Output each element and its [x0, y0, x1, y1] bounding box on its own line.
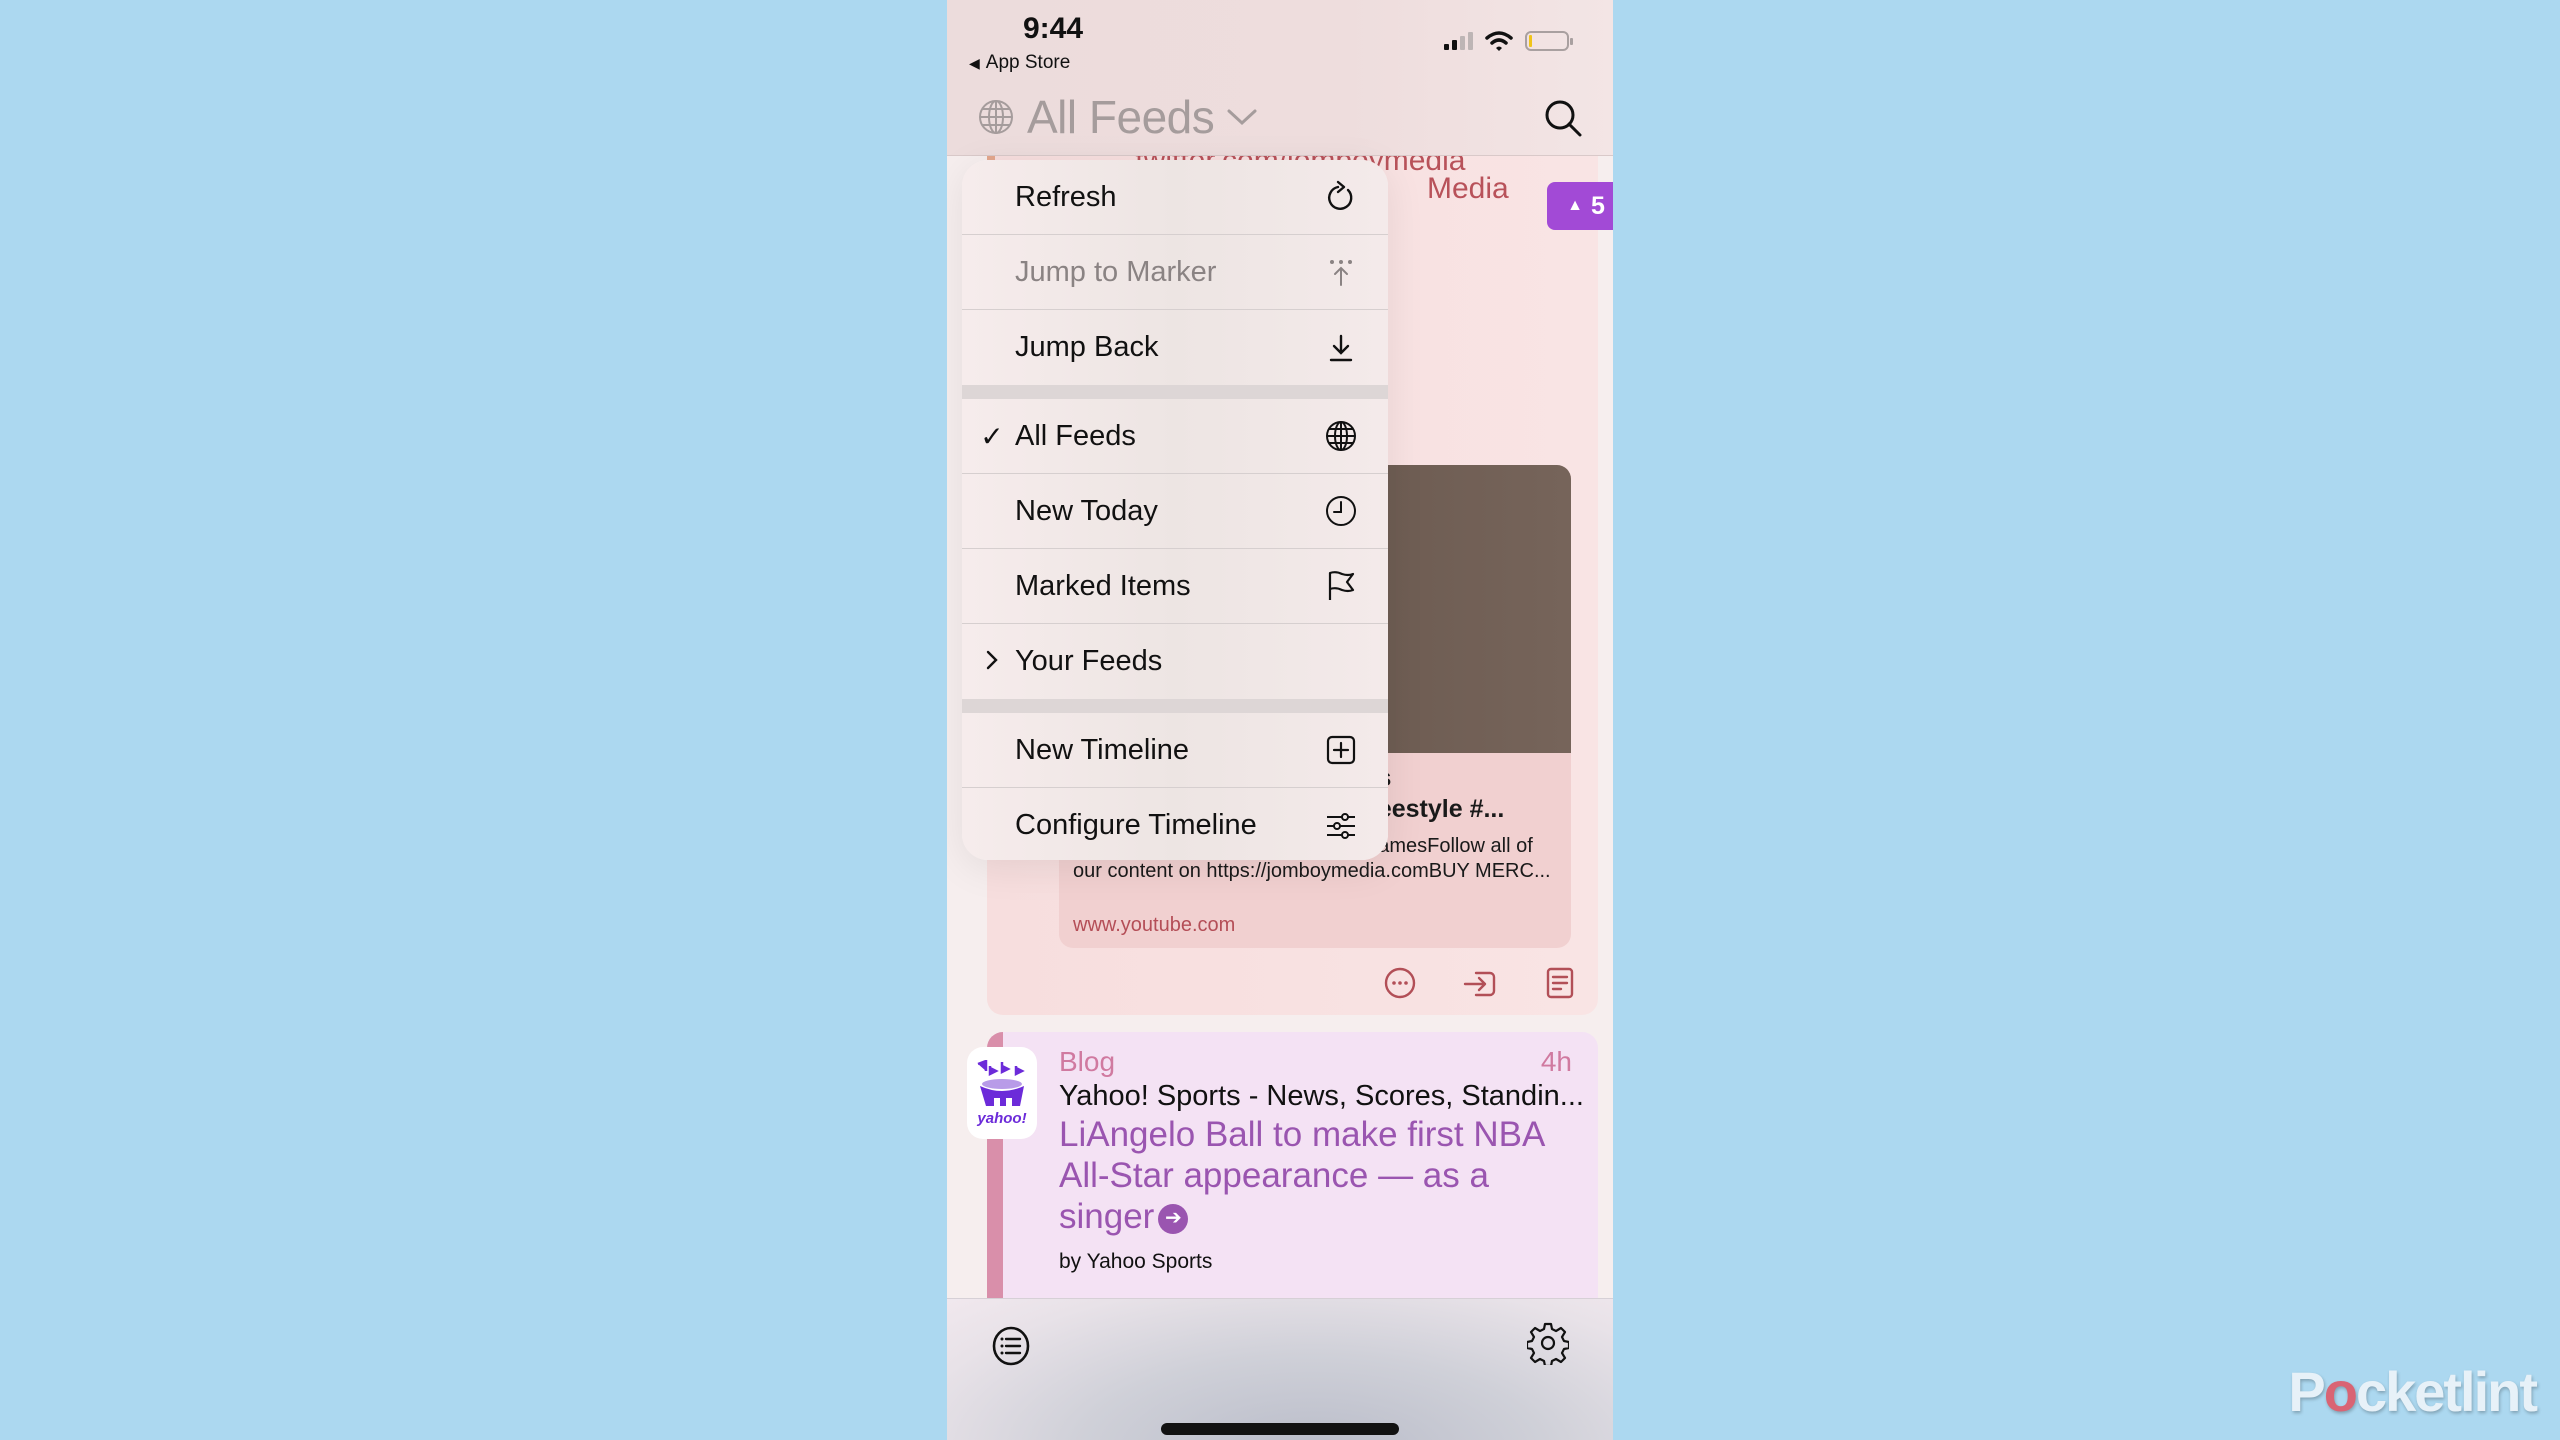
chevron-right-icon	[980, 646, 1004, 678]
unread-count-badge[interactable]: ▲ 5	[1547, 182, 1613, 230]
menu-group-timelines: ✓ All Feeds New Today Marked Items Your …	[962, 399, 1388, 699]
item-age: 4h	[1540, 1046, 1572, 1077]
more-icon[interactable]	[1382, 965, 1418, 1001]
menu-separator	[962, 385, 1388, 399]
menu-item-label: Jump Back	[1015, 331, 1159, 363]
cellular-signal-icon	[1444, 32, 1473, 50]
pocketlint-watermark: Pocketlint	[2288, 1359, 2538, 1424]
status-time: 9:44	[1023, 12, 1084, 45]
gear-icon[interactable]	[1527, 1321, 1569, 1365]
menu-item-label: New Today	[1015, 494, 1158, 527]
watermark-text-end: cketlint	[2355, 1360, 2538, 1423]
preview-domain: www.youtube.com	[1073, 914, 1236, 936]
item-feed-name: Yahoo! Sports - News, Scores, Standin...	[1059, 1080, 1584, 1112]
wifi-icon	[1485, 31, 1513, 51]
badge-count: 5	[1590, 191, 1605, 220]
logo-text: yahoo!	[977, 1109, 1027, 1127]
clock-icon	[1324, 494, 1358, 528]
menu-item-label: Refresh	[1015, 180, 1117, 213]
menu-group-navigation: Refresh Jump to Marker Jump Back	[962, 160, 1388, 385]
download-icon	[1324, 331, 1358, 365]
stadium-icon	[977, 1059, 1025, 1106]
globe-icon	[1324, 419, 1358, 453]
menu-item-refresh[interactable]: Refresh	[962, 160, 1388, 235]
item-category: Blog	[1059, 1046, 1116, 1077]
menu-separator	[962, 699, 1388, 713]
arrow-right-circle-icon: ➔	[1158, 1203, 1189, 1234]
menu-item-label: New Timeline	[1015, 733, 1190, 766]
menu-item-configure-timeline[interactable]: Configure Timeline	[962, 788, 1388, 860]
phone-screen: … twitter.com/jomboymedia Media ▲ 5 ot a…	[947, 0, 1613, 1440]
back-to-app-link[interactable]: ◀ App Store	[969, 52, 1070, 74]
back-app-label: App Store	[985, 52, 1071, 73]
watermark-text-start: P	[2288, 1360, 2325, 1423]
search-icon[interactable]	[1543, 98, 1583, 138]
timeline-picker[interactable]: All Feeds	[977, 90, 1258, 144]
flag-icon	[1324, 569, 1358, 603]
navigation-bar: 9:44 ◀ App Store All Feeds	[947, 0, 1613, 156]
globe-icon	[979, 100, 1013, 134]
reader-icon[interactable]	[1542, 965, 1578, 1001]
checkmark-icon: ✓	[980, 420, 1004, 452]
refresh-icon	[1324, 180, 1358, 214]
open-in-icon[interactable]	[1462, 965, 1498, 1001]
menu-item-all-feeds[interactable]: ✓ All Feeds	[962, 399, 1388, 474]
bottom-toolbar	[947, 1298, 1613, 1440]
up-triangle-icon: ▲	[1567, 197, 1583, 214]
menu-item-label: Configure Timeline	[1015, 809, 1257, 841]
menu-item-label: All Feeds	[1015, 419, 1136, 452]
menu-item-marked-items[interactable]: Marked Items	[962, 549, 1388, 624]
card-actions	[1382, 965, 1578, 1001]
home-indicator[interactable]	[1161, 1423, 1399, 1435]
feed-item-card[interactable]: yahoo! Blog 4h Yahoo! Sports - News, Sco…	[967, 1032, 1598, 1332]
feed-logo: yahoo!	[967, 1047, 1037, 1139]
chevron-down-icon	[1227, 109, 1257, 126]
plus-square-icon	[1324, 733, 1358, 767]
back-triangle-icon: ◀	[969, 54, 980, 71]
menu-item-label: Your Feeds	[1015, 645, 1163, 677]
headline-text: LiAngelo Ball to make first NBA All-Star…	[1059, 1115, 1544, 1236]
card-source-tail: Media	[1427, 172, 1509, 205]
list-icon[interactable]	[991, 1325, 1031, 1367]
timeline-menu: Refresh Jump to Marker Jump Back ✓ All F…	[962, 160, 1388, 860]
jump-to-marker-icon	[1324, 255, 1358, 289]
menu-group-timeline-actions: New Timeline Configure Timeline	[962, 713, 1388, 860]
menu-item-label: Jump to Marker	[1015, 255, 1217, 288]
sliders-icon	[1324, 809, 1358, 843]
battery-icon	[1525, 31, 1573, 51]
menu-item-new-today[interactable]: New Today	[962, 474, 1388, 549]
menu-item-new-timeline[interactable]: New Timeline	[962, 713, 1388, 788]
power-icon: o	[2323, 1360, 2358, 1423]
menu-item-jump-back[interactable]: Jump Back	[962, 310, 1388, 385]
menu-item-jump-to-marker[interactable]: Jump to Marker	[962, 235, 1388, 310]
page-title: All Feeds	[1027, 91, 1215, 143]
status-icons	[1444, 30, 1573, 52]
item-headline[interactable]: LiAngelo Ball to make first NBA All-Star…	[1059, 1114, 1579, 1237]
menu-item-your-feeds[interactable]: Your Feeds	[962, 624, 1388, 699]
item-byline: by Yahoo Sports	[1059, 1250, 1213, 1273]
menu-item-label: Marked Items	[1015, 569, 1191, 602]
